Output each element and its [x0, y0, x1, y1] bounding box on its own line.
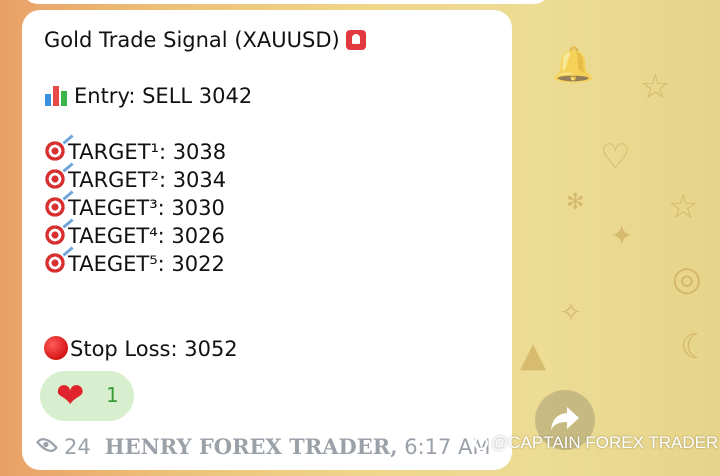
- target-line-2: TARGET²: 3034: [44, 168, 226, 192]
- target-text-4: TAEGET⁴: 3026: [68, 224, 225, 248]
- direct-hit-icon: [44, 168, 66, 190]
- message-title: Gold Trade Signal (XAUUSD): [44, 28, 340, 52]
- direct-hit-icon: [44, 140, 66, 162]
- stop-loss-text: Stop Loss: 3052: [70, 337, 238, 361]
- view-count: 24: [64, 435, 91, 459]
- red-circle-icon: [44, 336, 68, 360]
- tree-doodle-icon: ▲: [520, 335, 547, 375]
- bell-doodle-icon: 🔔: [552, 45, 595, 85]
- target-text-2: TARGET²: 3034: [68, 168, 227, 192]
- entry-text: Entry: SELL 3042: [74, 84, 253, 108]
- bar-chart-icon: [44, 84, 68, 106]
- heart-icon: ❤: [56, 376, 85, 416]
- post-author: HENRY FOREX TRADER,: [104, 434, 398, 459]
- direct-hit-icon: [44, 224, 66, 246]
- ornament-doodle-icon: ◎: [672, 259, 702, 299]
- stop-loss-line: Stop Loss: 3052: [44, 336, 238, 361]
- target-text-1: TARGET¹: 3038: [68, 140, 227, 164]
- sparkle-doodle-icon: ✦: [610, 219, 634, 252]
- star-doodle-icon: ☆: [640, 67, 671, 107]
- watermark-text: @CAPTAIN FOREX TRADER: [491, 433, 719, 452]
- target-line-5: TAEGET⁵: 3022: [44, 252, 225, 276]
- snowflake-doodle-icon: ✻: [566, 190, 585, 215]
- star-doodle-icon-2: ☆: [668, 187, 699, 227]
- direct-hit-icon: [44, 252, 66, 274]
- eye-icon: [35, 433, 59, 457]
- rotating-light-icon: [345, 30, 366, 50]
- target-text-3: TAEGET³: 3030: [68, 196, 225, 220]
- target-text-5: TAEGET⁵: 3022: [68, 252, 225, 276]
- forward-arrow-icon: [551, 407, 579, 430]
- star-doodle-icon-3: ✧: [560, 298, 582, 328]
- direct-hit-icon: [44, 196, 66, 218]
- target-line-3: TAEGET³: 3030: [44, 196, 225, 220]
- previous-message-bubble: [22, 0, 550, 4]
- heart-reaction-chip[interactable]: ❤ 1: [40, 371, 134, 421]
- message-title-line: Gold Trade Signal (XAUUSD): [44, 28, 366, 52]
- watermark: @CAPTAIN FOREX TRADER: [474, 433, 718, 453]
- heart-doodle-icon: ♡: [600, 137, 631, 177]
- moon-doodle-icon: ☾: [680, 327, 711, 367]
- target-line-4: TAEGET⁴: 3026: [44, 224, 225, 248]
- watermark-logo-icon: [474, 436, 488, 450]
- target-line-1: TARGET¹: 3038: [44, 140, 226, 164]
- entry-line: Entry: SELL 3042: [44, 84, 252, 108]
- message-meta: 24 HENRY FOREX TRADER, 6:17 AM: [34, 433, 491, 460]
- reaction-count: 1: [106, 383, 119, 407]
